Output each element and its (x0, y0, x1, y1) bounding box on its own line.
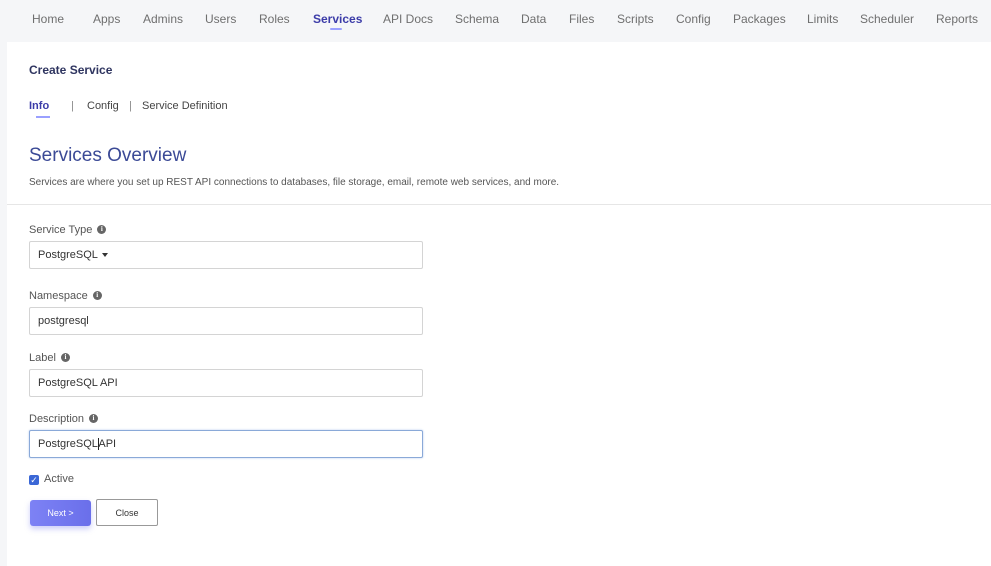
nav-packages[interactable]: Packages (733, 12, 786, 26)
tab-config[interactable]: Config (87, 100, 119, 112)
nav-roles[interactable]: Roles (259, 12, 290, 26)
service-type-label: Service Type i (29, 224, 107, 236)
page-title: Create Service (29, 63, 113, 77)
nav-config[interactable]: Config (676, 12, 711, 26)
label-field-label: Label i (29, 352, 70, 364)
label-field-label-text: Label (29, 352, 56, 364)
info-icon[interactable]: i (89, 413, 99, 423)
label-value: PostgreSQL API (38, 377, 118, 389)
nav-schema[interactable]: Schema (455, 12, 499, 26)
active-checkbox[interactable]: ✓ (29, 475, 39, 485)
nav-files[interactable]: Files (569, 12, 594, 26)
nav-data[interactable]: Data (521, 12, 546, 26)
tab-service-definition[interactable]: Service Definition (142, 100, 228, 112)
create-service-panel: Create Service Info | Config | Service D… (7, 42, 991, 566)
subtab-active-indicator (36, 116, 50, 118)
namespace-value: postgresql (38, 315, 89, 327)
description-label: Description i (29, 413, 99, 425)
service-type-select[interactable]: PostgreSQL (29, 241, 423, 269)
description-value-before: PostgreSQL (38, 438, 98, 450)
nav-api-docs[interactable]: API Docs (383, 12, 433, 26)
nav-home[interactable]: Home (32, 12, 64, 26)
namespace-label: Namespace i (29, 290, 102, 302)
nav-services[interactable]: Services (313, 12, 362, 26)
tab-separator: | (129, 100, 132, 112)
active-label: Active (44, 473, 74, 485)
nav-users[interactable]: Users (205, 12, 236, 26)
tab-info[interactable]: Info (29, 100, 49, 112)
divider (7, 204, 991, 205)
top-nav: Home Apps Admins Users Roles Services AP… (0, 0, 991, 40)
nav-active-indicator (330, 28, 342, 30)
info-icon[interactable]: i (92, 290, 102, 300)
description-value-after: API (95, 438, 117, 450)
nav-limits[interactable]: Limits (807, 12, 838, 26)
next-button[interactable]: Next > (30, 500, 91, 526)
close-button[interactable]: Close (96, 499, 158, 526)
section-description: Services are where you set up REST API c… (29, 177, 560, 188)
namespace-label-text: Namespace (29, 290, 88, 302)
nav-apps[interactable]: Apps (93, 12, 120, 26)
nav-admins[interactable]: Admins (143, 12, 183, 26)
service-type-label-text: Service Type (29, 224, 93, 236)
info-icon[interactable]: i (60, 352, 70, 362)
section-heading: Services Overview (29, 145, 187, 166)
chevron-down-icon (101, 253, 108, 258)
nav-scheduler[interactable]: Scheduler (860, 12, 914, 26)
tab-separator: | (71, 100, 74, 112)
namespace-input[interactable]: postgresql (29, 307, 423, 335)
service-type-value: PostgreSQL (38, 249, 98, 261)
description-input[interactable]: PostgreSQL API (29, 430, 423, 458)
label-input[interactable]: PostgreSQL API (29, 369, 423, 397)
nav-reports[interactable]: Reports (936, 12, 978, 26)
nav-scripts[interactable]: Scripts (617, 12, 654, 26)
info-icon[interactable]: i (97, 224, 107, 234)
description-label-text: Description (29, 413, 85, 425)
